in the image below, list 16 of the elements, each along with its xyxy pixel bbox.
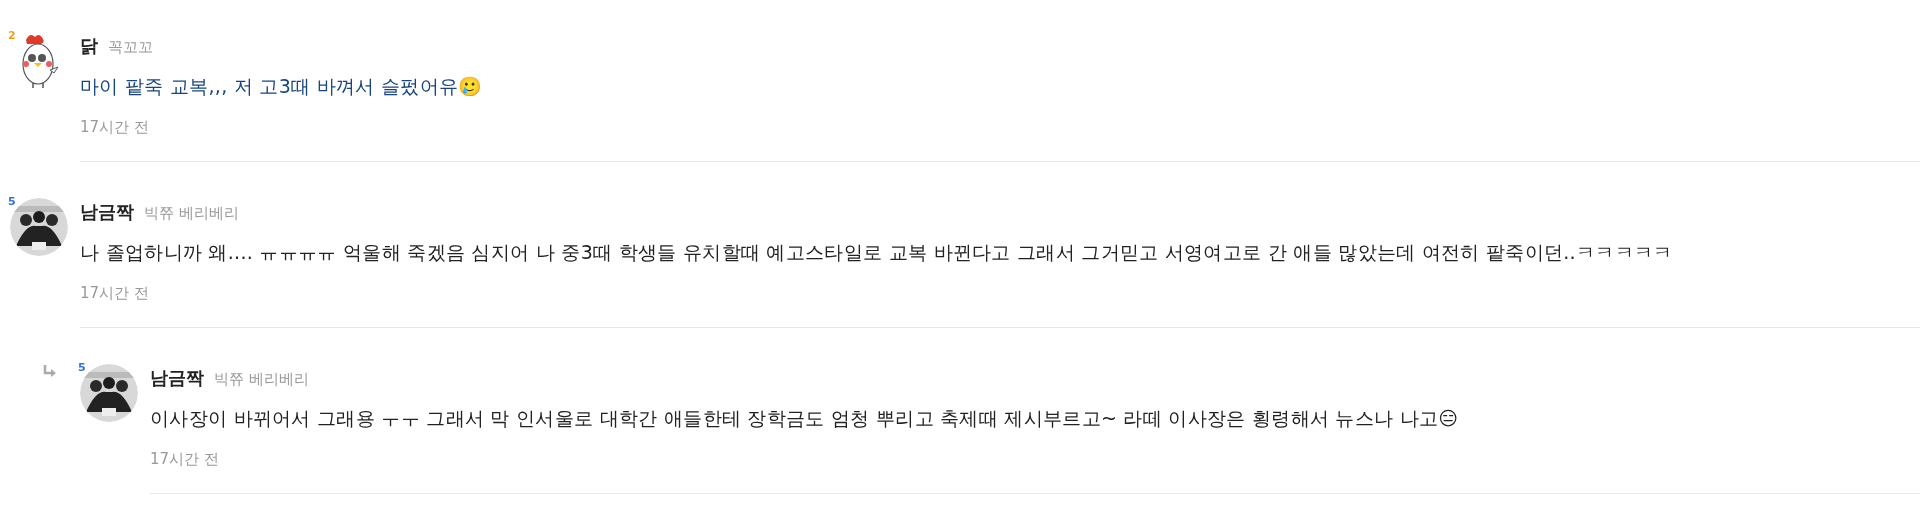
author-nickname: 빅쮸 베리베리 [214,370,309,389]
comment-text: 마이 팥죽 교복,,, 저 고3때 바껴서 슬펐어유🥲 [80,74,484,99]
level-number: 2 [8,30,16,41]
author-name[interactable]: 남금짝 [150,366,204,390]
comment-text: 이사장이 바뀌어서 그래용 ㅜㅜ 그래서 막 인서울로 대학간 애들한테 장학금도 엄청 뿌리고 축제때 제시부르고~ 라떼 이사장은 횡령해서 뉴스나 나고😑 [150,406,1460,431]
comment-time: 17시간 전 [150,450,220,469]
author-name[interactable]: 닭 [80,34,98,58]
level-number: 5 [78,362,86,373]
author-nickname: 꼭꼬꼬 [108,38,153,57]
level-number: 5 [8,196,16,207]
author-nickname: 빅쮸 베리베리 [144,204,239,223]
comment-text: 나 졸업하니까 왜.... ㅠㅠㅠㅠ 억울해 죽겠음 심지어 나 중3때 학생들 유치할때 예고스타일로 교복 바뀐다고 그래서 그거믿고 서영여고로 간 애들 많았는데 여전히 팥죽이던..ㅋㅋㅋㅋㅋ [80,240,1674,265]
reply-arrow-icon [42,364,58,380]
author-name[interactable]: 남금짝 [80,200,134,224]
comment-time: 17시간 전 [80,118,150,137]
comment-time: 17시간 전 [80,284,150,303]
